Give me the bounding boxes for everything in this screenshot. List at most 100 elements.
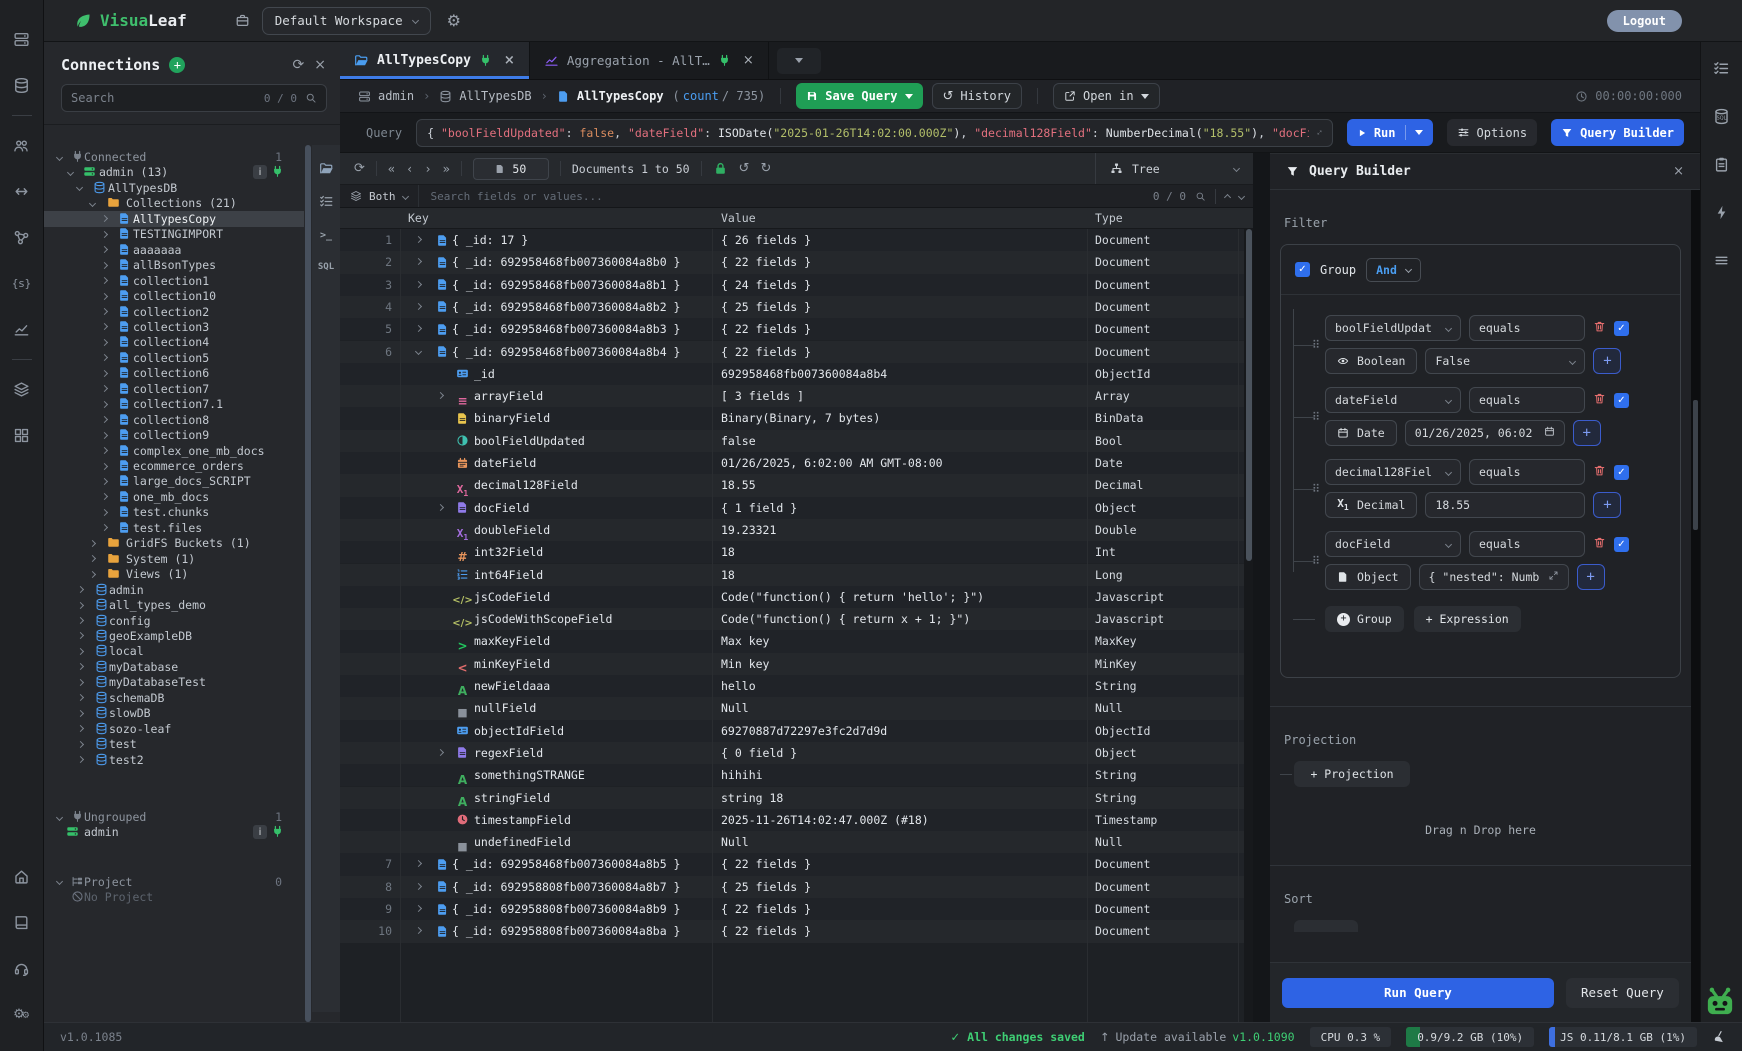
filter-enabled-checkbox[interactable]: ✓ [1614, 537, 1629, 552]
tree-item[interactable]: System (1) [44, 551, 304, 567]
tree-item[interactable]: admin [44, 582, 304, 598]
tree-item[interactable]: admin (13)i [44, 164, 304, 180]
prev-page-button[interactable]: ‹ [406, 162, 413, 176]
chevron-right-icon[interactable] [101, 493, 108, 500]
filter-field-select[interactable]: boolFieldUpdat [1325, 315, 1461, 341]
tree-item[interactable]: complex_one_mb_docs [44, 443, 304, 459]
chevron-down-icon[interactable] [56, 153, 63, 160]
table-row[interactable]: 6{ _id: 692958468fb007360084a8b4 }{ 22 f… [340, 341, 1253, 363]
chevron-down-icon[interactable] [415, 347, 422, 354]
chevron-right-icon[interactable] [101, 323, 108, 330]
drag-handle-icon[interactable]: ⠿ [1312, 482, 1319, 495]
table-row[interactable]: _id692958468fb007360084a8b4ObjectId [340, 363, 1253, 385]
chevron-right-icon[interactable] [77, 694, 84, 701]
close-icon[interactable]: × [1673, 164, 1684, 179]
first-page-button[interactable]: « [388, 162, 395, 176]
table-row[interactable]: boolFieldUpdatedfalseBool [340, 430, 1253, 452]
gear-icon[interactable]: ⚙ [447, 11, 461, 30]
chevron-right-icon[interactable] [415, 325, 422, 332]
chevron-right-icon[interactable] [101, 447, 108, 454]
tree-item[interactable]: one_mb_docs [44, 489, 304, 505]
table-row[interactable]: 3{ _id: 692958468fb007360084a8b1 }{ 24 f… [340, 274, 1253, 296]
open-in-button[interactable]: Open in [1053, 83, 1160, 109]
tree-item[interactable]: myDatabaseTest [44, 674, 304, 690]
add-group-button[interactable]: +Group [1325, 606, 1404, 632]
next-page-button[interactable]: › [424, 162, 431, 176]
table-row[interactable]: </>jsCodeWithScopeFieldCode("function() … [340, 608, 1253, 630]
rail-item-braces-s[interactable]: {s} [0, 260, 43, 306]
logout-button[interactable]: Logout [1607, 10, 1682, 32]
tree-item[interactable]: collection10 [44, 288, 304, 304]
chevron-down-icon[interactable] [89, 200, 96, 207]
last-page-button[interactable]: » [443, 162, 450, 176]
table-row[interactable]: </>jsCodeFieldCode("function() { return … [340, 586, 1253, 608]
save-query-button[interactable]: Save Query [796, 83, 922, 109]
tree-item[interactable]: collection6 [44, 365, 304, 381]
scrollbar[interactable] [1691, 190, 1700, 1022]
history-button[interactable]: ↺ History [932, 83, 1022, 109]
chevron-right-icon[interactable] [101, 432, 108, 439]
fields-search-input[interactable]: Search fields or values... [419, 190, 1153, 203]
delete-filter-button[interactable] [1593, 392, 1606, 408]
rail-item-gears[interactable]: ⚙⚙ [13, 991, 30, 1037]
filter-enabled-checkbox[interactable]: ✓ [1614, 465, 1629, 480]
rail-item-sql[interactable]: SQL [1713, 108, 1730, 128]
filter-enabled-checkbox[interactable]: ✓ [1614, 393, 1629, 408]
tree-item[interactable]: geoExampleDB [44, 628, 304, 644]
chevron-right-icon[interactable] [77, 741, 84, 748]
redo-icon[interactable]: ↻ [760, 161, 771, 176]
scrollbar[interactable] [1244, 229, 1253, 1022]
chevron-down-icon[interactable] [56, 813, 63, 820]
tree-item[interactable]: collection9 [44, 427, 304, 443]
chevron-right-icon[interactable] [415, 927, 422, 934]
breadcrumb-item[interactable]: AllTypesDB [439, 89, 531, 103]
tree-item[interactable]: TESTINGIMPORT [44, 226, 304, 242]
chevron-right-icon[interactable] [101, 509, 108, 516]
chevron-right-icon[interactable] [437, 392, 444, 399]
chevron-right-icon[interactable] [101, 370, 108, 377]
table-row[interactable]: 1{ _id: 17 }{ 26 fields }Document [340, 229, 1253, 251]
tree-item[interactable]: GridFS Buckets (1) [44, 535, 304, 551]
column-header-type[interactable]: Type [1095, 211, 1123, 225]
workspace-selector[interactable]: Default Workspace [262, 7, 431, 35]
tree-item[interactable]: Views (1) [44, 566, 304, 582]
sidebar-search-input[interactable]: Search 0 / 0 [61, 84, 327, 112]
chevron-right-icon[interactable] [101, 416, 108, 423]
delete-filter-button[interactable] [1593, 464, 1606, 480]
tree-item[interactable]: No Project [44, 889, 304, 905]
info-badge[interactable]: i [253, 165, 267, 179]
close-icon[interactable]: × [314, 57, 326, 73]
chevron-right-icon[interactable] [77, 602, 84, 609]
plug-icon[interactable] [271, 165, 284, 178]
add-projection-button[interactable]: + Projection [1294, 761, 1410, 787]
table-row[interactable]: AstringFieldstring 18String [340, 787, 1253, 809]
filter-field-select[interactable]: dateField [1325, 387, 1461, 413]
table-row[interactable]: int64Field18Long [340, 564, 1253, 586]
tree-item[interactable]: Connected1 [44, 149, 304, 165]
table-row[interactable]: <minKeyFieldMin keyMinKey [340, 653, 1253, 675]
assistant-robot-icon[interactable] [1702, 984, 1738, 1020]
filter-enabled-checkbox[interactable]: ✓ [1614, 321, 1629, 336]
view-mode-select[interactable]: Tree [1095, 153, 1253, 184]
close-icon[interactable]: × [743, 53, 754, 68]
table-row[interactable]: X1doubleField19.23321Double [340, 519, 1253, 541]
chevron-right-icon[interactable] [89, 571, 96, 578]
tree-item[interactable]: test.chunks [44, 504, 304, 520]
chevron-right-icon[interactable] [77, 756, 84, 763]
sidebar-splitter[interactable] [305, 145, 311, 1022]
rail-item-menu[interactable] [1713, 252, 1730, 272]
tree-item[interactable]: all_types_demo [44, 597, 304, 613]
tree-item[interactable]: schemaDB [44, 690, 304, 706]
tree-item[interactable]: slowDB [44, 705, 304, 721]
tree-item[interactable]: collection4 [44, 334, 304, 350]
expand-icon[interactable] [1309, 126, 1322, 139]
chevron-right-icon[interactable] [101, 277, 108, 284]
close-icon[interactable]: × [504, 53, 515, 68]
filter-value-datetime[interactable]: 01/26/2025, 06:02 [1405, 420, 1565, 446]
view-item-terminal[interactable]: >_ [319, 227, 334, 243]
tree-item[interactable]: test [44, 736, 304, 752]
chevron-down-icon[interactable] [56, 878, 63, 885]
column-header-value[interactable]: Value [721, 211, 756, 225]
add-condition-button[interactable]: + [1573, 420, 1601, 446]
chevron-right-icon[interactable] [415, 236, 422, 243]
